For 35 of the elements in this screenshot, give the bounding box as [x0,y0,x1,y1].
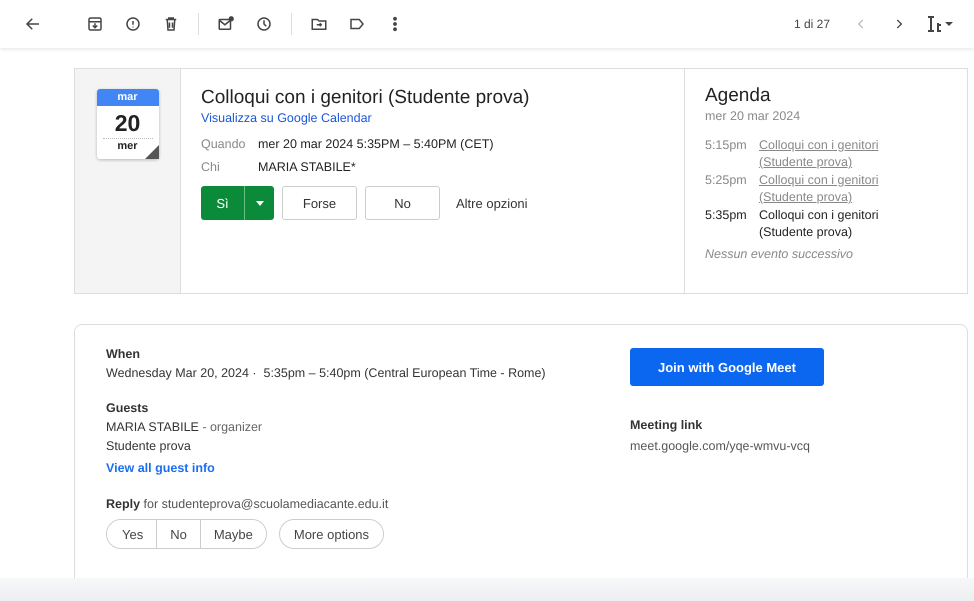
detail-value: MARIA STABILE* [258,160,356,174]
event-link[interactable]: Colloqui con i genitori (Studente prova) [759,137,899,171]
agenda-footer: Nessun evento successivo [705,247,947,261]
more-options-button[interactable]: More options [278,519,384,549]
event-time: 5:25pm [705,172,748,189]
calendar-link[interactable]: Visualizza su Google Calendar [201,111,664,125]
more-options-link[interactable]: Altre opzioni [456,196,528,210]
detail-label: Chi [201,160,221,174]
event-link[interactable]: Colloqui con i genitori (Studente prova) [759,172,899,206]
guest-info-link[interactable]: View all guest info [106,461,630,475]
detail-value: mer 20 mar 2024 5:35PM – 5:40PM (CET) [258,137,494,151]
accept-button[interactable]: Sì [201,186,245,220]
detail-label: Quando [201,137,246,151]
guests-heading: Guests [106,401,150,415]
guest-name: Studente prova [106,439,192,453]
when-heading: When [106,347,142,361]
dropdown-button[interactable] [245,186,274,220]
event-time: 5:15pm [705,137,748,154]
event-title: Colloqui con i genitori (Studente prova) [201,87,530,109]
meeting-link[interactable]: meet.google.com/yqe-wmvu-vcq [630,439,824,453]
guest-name: MARIA STABILE - organizer [106,420,264,434]
event-time: 5:35pm [705,207,748,224]
reply-label: Reply for studenteprova@scuolamediacante.edu.it [106,497,390,511]
tentative-button[interactable]: Forse [282,186,357,220]
agenda-date: mer 20 mar 2024 [705,109,802,123]
agenda-title: Agenda [705,85,772,107]
join-meet-button[interactable]: Join with Google Meet [630,348,824,386]
event-time: Wednesday Mar 20, 2024 · 5:35pm – 5:40pm (Central European Time - Rome) [106,366,547,380]
reply-button[interactable]: Maybe [200,520,266,548]
date-card-icon: mar 20 mer [96,89,158,159]
meeting-link-heading: Meeting link [630,418,704,432]
message-counter: 1 di 27 [794,17,830,31]
decline-button[interactable]: No [365,186,440,220]
caret-icon [256,200,264,206]
event-name: Colloqui con i genitori (Studente prova) [759,207,880,241]
